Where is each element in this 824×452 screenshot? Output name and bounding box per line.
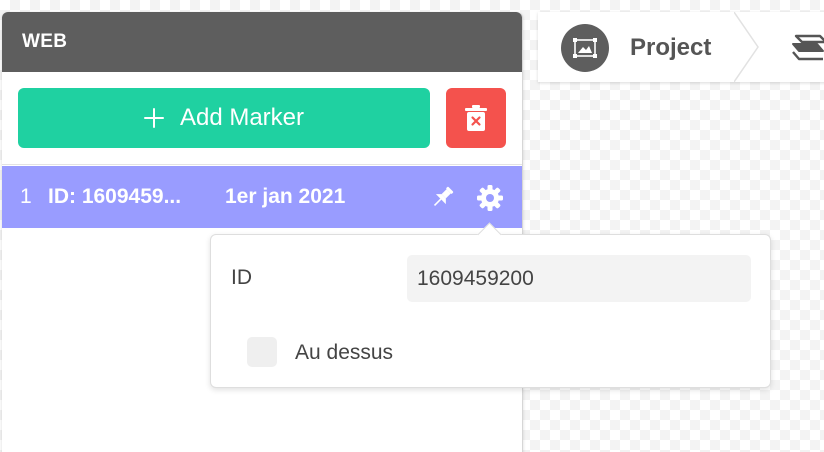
delete-marker-button[interactable] [446, 88, 506, 148]
marker-settings-popover: ID Au dessus [210, 222, 771, 388]
marker-row[interactable]: 1 ID: 1609459... 1er jan 2021 [2, 166, 522, 228]
marker-date: 1er jan 2021 [225, 185, 346, 208]
breadcrumb: Project [538, 12, 824, 82]
project-badge [561, 24, 609, 72]
trash-icon [465, 105, 487, 131]
add-marker-button[interactable]: Add Marker [18, 88, 430, 148]
marker-index: 1 [20, 185, 32, 208]
panel-title: WEB [22, 31, 68, 52]
on-top-checkbox[interactable] [247, 337, 277, 367]
image-icon [573, 38, 597, 58]
marker-id: ID: 1609459... [48, 185, 182, 208]
divider [2, 164, 522, 165]
breadcrumb-project-label: Project [630, 34, 712, 61]
marker-toolbar: Add Marker [18, 88, 508, 148]
on-top-label[interactable]: Au dessus [295, 341, 393, 365]
layers-icon[interactable] [790, 32, 824, 62]
gear-icon[interactable] [476, 184, 504, 212]
pin-icon[interactable] [430, 184, 456, 210]
panel-header: WEB [2, 12, 522, 72]
breadcrumb-item-project[interactable]: Project [538, 12, 760, 82]
breadcrumb-separator [734, 12, 759, 82]
plus-icon [143, 108, 164, 128]
id-field-label: ID [231, 266, 252, 289]
id-field[interactable] [407, 255, 751, 302]
add-marker-label: Add Marker [179, 104, 305, 131]
